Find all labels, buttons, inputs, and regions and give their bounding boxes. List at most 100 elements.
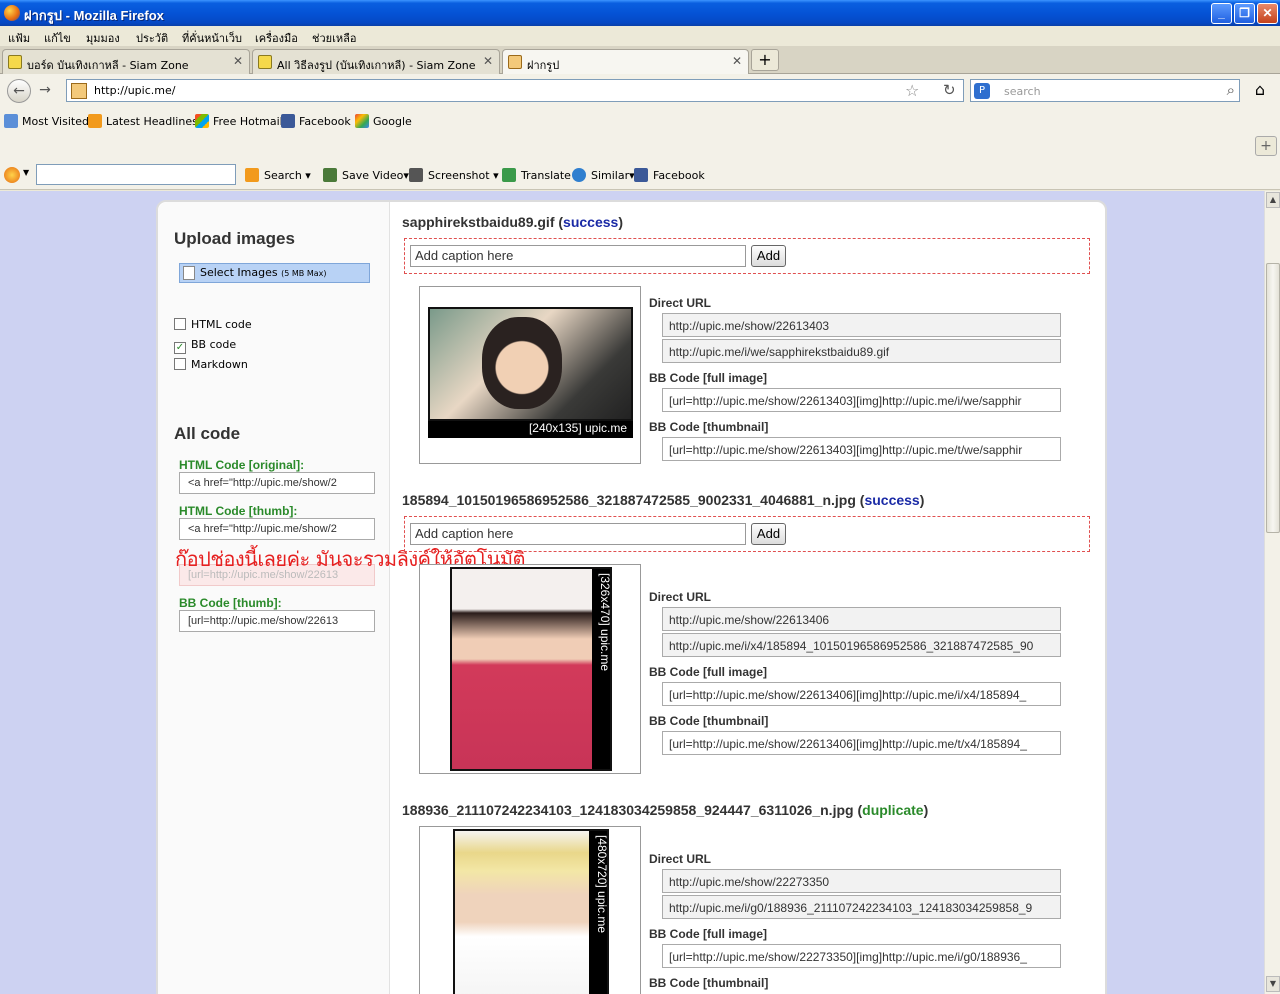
address-bar[interactable]: http://upic.me/ ☆ ↻ xyxy=(66,79,964,102)
minimize-button[interactable]: _ xyxy=(1211,3,1232,24)
thumbnail-frame: [326x470] upic.me xyxy=(419,564,641,774)
page-scrollbar[interactable]: ▲ ▼ xyxy=(1264,191,1280,994)
bookmark-google[interactable]: Google xyxy=(355,114,412,128)
bb-full-label: BB Code [full image] xyxy=(649,927,768,941)
caption-input[interactable]: Add caption here xyxy=(410,523,746,545)
upload-images-heading: Upload images xyxy=(174,229,295,248)
html-thumb-field[interactable]: <a href="http://upic.me/show/2 xyxy=(179,518,375,540)
upic-favicon-icon xyxy=(508,55,522,69)
forward-button[interactable]: → xyxy=(33,79,57,103)
bookmark-free-hotmail[interactable]: Free Hotmail xyxy=(195,114,283,128)
left-sidebar: Upload images Select Images (5 MB Max) H… xyxy=(158,202,526,994)
direct-image-url[interactable]: http://upic.me/i/g0/188936_2111072422341… xyxy=(662,895,1061,919)
tab-upic[interactable]: ฝากรูป ✕ xyxy=(502,49,749,75)
direct-show-url[interactable]: http://upic.me/show/22613406 xyxy=(662,607,1061,631)
back-button[interactable]: ← xyxy=(7,79,31,103)
search-go-icon[interactable]: ⌕ xyxy=(1227,81,1235,99)
bb-thumb-code[interactable]: [url=http://upic.me/show/22613406][img]h… xyxy=(662,731,1061,755)
bookmark-star-icon[interactable]: ☆ xyxy=(905,81,919,100)
bookmark-facebook[interactable]: Facebook xyxy=(281,114,351,128)
menu-view[interactable]: มุมมอง xyxy=(86,29,120,47)
close-tab-icon[interactable]: ✕ xyxy=(233,54,243,68)
menu-help[interactable]: ช่วยเหลือ xyxy=(312,29,356,47)
direct-show-url[interactable]: http://upic.me/show/22273350 xyxy=(662,869,1061,893)
bb-full-code[interactable]: [url=http://upic.me/show/22613406][img]h… xyxy=(662,682,1061,706)
toolbar-translate[interactable]: Translate xyxy=(502,168,571,182)
add-toolbar-button[interactable]: + xyxy=(1255,136,1277,156)
toolbar-screenshot[interactable]: Screenshot ▾ xyxy=(409,168,499,182)
similar-icon xyxy=(572,168,586,182)
menu-history[interactable]: ประวัติ xyxy=(136,29,168,47)
html-original-field[interactable]: <a href="http://upic.me/show/2 xyxy=(179,472,375,494)
scroll-up-arrow-icon[interactable]: ▲ xyxy=(1266,192,1280,208)
caption-row: Add caption here Add xyxy=(404,238,1090,274)
window-title: ฝากรูป - Mozilla Firefox xyxy=(24,8,164,23)
tab-strip: บอร์ด บันเทิงเกาหลี - Siam Zone ✕ All วิ… xyxy=(0,46,1280,75)
html-code-checkbox[interactable]: HTML code xyxy=(174,318,252,331)
toolbar-search[interactable]: Search ▾ xyxy=(245,168,311,182)
add-caption-button[interactable]: Add xyxy=(751,523,786,545)
thumbnail-frame: [240x135] upic.me xyxy=(419,286,641,464)
scroll-down-arrow-icon[interactable]: ▼ xyxy=(1266,976,1280,992)
checkbox-box[interactable] xyxy=(174,358,186,370)
tab-siamzone-board[interactable]: บอร์ด บันเทิงเกาหลี - Siam Zone ✕ xyxy=(2,49,250,74)
home-button[interactable]: ⌂ xyxy=(1248,80,1272,102)
bookmark-latest-headlines[interactable]: Latest Headlines xyxy=(88,114,198,128)
reload-icon[interactable]: ↻ xyxy=(943,81,956,99)
restore-button[interactable]: ❐ xyxy=(1234,3,1255,24)
close-tab-icon[interactable]: ✕ xyxy=(483,54,493,68)
search-engine-icon[interactable]: P xyxy=(974,83,990,99)
chevron-down-icon[interactable]: ▼ xyxy=(23,168,29,177)
close-tab-icon[interactable]: ✕ xyxy=(732,54,742,68)
thumbnail-image[interactable]: [480x720] upic.me xyxy=(453,829,609,994)
add-caption-button[interactable]: Add xyxy=(751,245,786,267)
firefox-icon xyxy=(4,5,20,21)
scrollbar-thumb[interactable] xyxy=(1266,263,1280,533)
portrait-photo xyxy=(455,831,589,994)
empty-toolbar xyxy=(0,134,1280,160)
toolbar-save-video[interactable]: Save Video▾ xyxy=(323,168,409,182)
thumbnail-image[interactable] xyxy=(428,307,633,421)
windows-icon xyxy=(195,114,209,128)
caption-input[interactable]: Add caption here xyxy=(410,245,746,267)
bookmark-most-visited[interactable]: Most Visited xyxy=(4,114,89,128)
tab-label: บอร์ด บันเทิงเกาหลี - Siam Zone xyxy=(27,59,189,72)
direct-url-label: Direct URL xyxy=(649,852,712,866)
markdown-checkbox[interactable]: Markdown xyxy=(174,358,248,371)
site-identity-icon xyxy=(71,83,87,99)
tab-siamzone-howto[interactable]: All วิธีลงรูป (บันเทิงเกาหลี) - Siam Zon… xyxy=(252,49,500,74)
thumbnail-image[interactable]: [326x470] upic.me xyxy=(450,567,612,771)
thumbnail-caption: [480x720] upic.me xyxy=(595,835,609,934)
most-visited-icon xyxy=(4,114,18,128)
new-tab-button[interactable]: + xyxy=(751,49,779,71)
select-images-button[interactable]: Select Images (5 MB Max) xyxy=(179,263,370,283)
menu-bookmarks[interactable]: ที่คั่นหน้าเว็บ xyxy=(182,29,242,47)
addon-search-input[interactable] xyxy=(36,164,236,185)
menu-file[interactable]: แฟ้ม xyxy=(8,29,30,47)
menu-tools[interactable]: เครื่องมือ xyxy=(255,29,298,47)
toolbar-similar[interactable]: Similar▾ xyxy=(572,168,635,182)
bb-thumb-code[interactable]: [url=http://upic.me/show/22613403][img]h… xyxy=(662,437,1061,461)
addon-logo-icon[interactable] xyxy=(4,167,20,183)
checkbox-box[interactable]: ✓ xyxy=(174,342,186,354)
direct-show-url[interactable]: http://upic.me/show/22613403 xyxy=(662,313,1061,337)
upload-filename: sapphirekstbaidu89.gif (success) xyxy=(402,214,623,230)
status-badge: success xyxy=(864,492,920,508)
tab-label: ฝากรูป xyxy=(527,59,560,72)
file-icon xyxy=(183,266,195,280)
bb-full-code[interactable]: [url=http://upic.me/show/22273350][img]h… xyxy=(662,944,1061,968)
bb-thumb-field[interactable]: [url=http://upic.me/show/22613 xyxy=(179,610,375,632)
facebook-icon xyxy=(634,168,648,182)
title-bar: ฝากรูป - Mozilla Firefox _ ❐ ✕ xyxy=(0,0,1280,26)
search-box[interactable]: P search ⌕ xyxy=(970,79,1240,102)
direct-image-url[interactable]: http://upic.me/i/we/sapphirekstbaidu89.g… xyxy=(662,339,1061,363)
bb-full-code[interactable]: [url=http://upic.me/show/22613403][img]h… xyxy=(662,388,1061,412)
checkbox-box[interactable] xyxy=(174,318,186,330)
toolbar-facebook[interactable]: Facebook xyxy=(634,168,705,182)
menu-edit[interactable]: แก้ไข xyxy=(44,29,71,47)
close-window-button[interactable]: ✕ xyxy=(1257,3,1278,24)
search-icon xyxy=(245,168,259,182)
direct-image-url[interactable]: http://upic.me/i/x4/185894_1015019658695… xyxy=(662,633,1061,657)
bb-code-checkbox[interactable]: ✓ BB code xyxy=(174,338,236,354)
status-badge: success xyxy=(563,214,619,230)
